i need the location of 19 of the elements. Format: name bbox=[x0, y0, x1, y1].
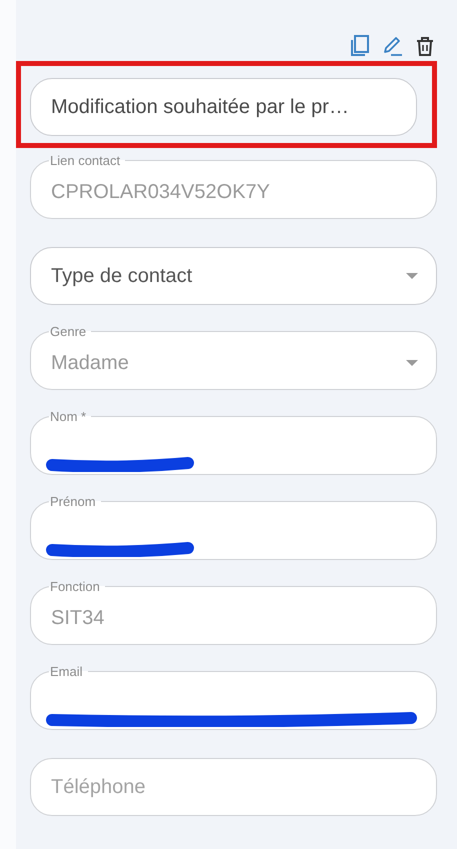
field-value: CPROLAR034V52OK7Y bbox=[51, 180, 272, 204]
pencil-icon[interactable] bbox=[382, 35, 404, 57]
field-label: Email bbox=[49, 664, 84, 679]
field-placeholder: Téléphone bbox=[51, 776, 147, 798]
field-label: Prénom bbox=[49, 494, 97, 509]
caret-icon bbox=[406, 273, 418, 279]
copy-icon[interactable] bbox=[350, 35, 370, 57]
caret-icon bbox=[406, 360, 418, 366]
field-value: SIT34 bbox=[51, 606, 106, 630]
field-value: Modification souhaitée par le pr… bbox=[51, 96, 350, 118]
field-placeholder: Type de contact bbox=[51, 264, 194, 288]
input-field[interactable]: Modification souhaitée par le pr… bbox=[30, 78, 417, 136]
trash-icon[interactable] bbox=[416, 36, 434, 56]
field-value: Madame bbox=[51, 352, 130, 374]
field-label: Genre bbox=[49, 324, 88, 339]
field-label: Nom * bbox=[49, 409, 88, 424]
field-label: Fonction bbox=[49, 579, 101, 594]
field-label: Lien contact bbox=[49, 153, 122, 168]
select-field[interactable]: Type de contact bbox=[30, 247, 437, 305]
